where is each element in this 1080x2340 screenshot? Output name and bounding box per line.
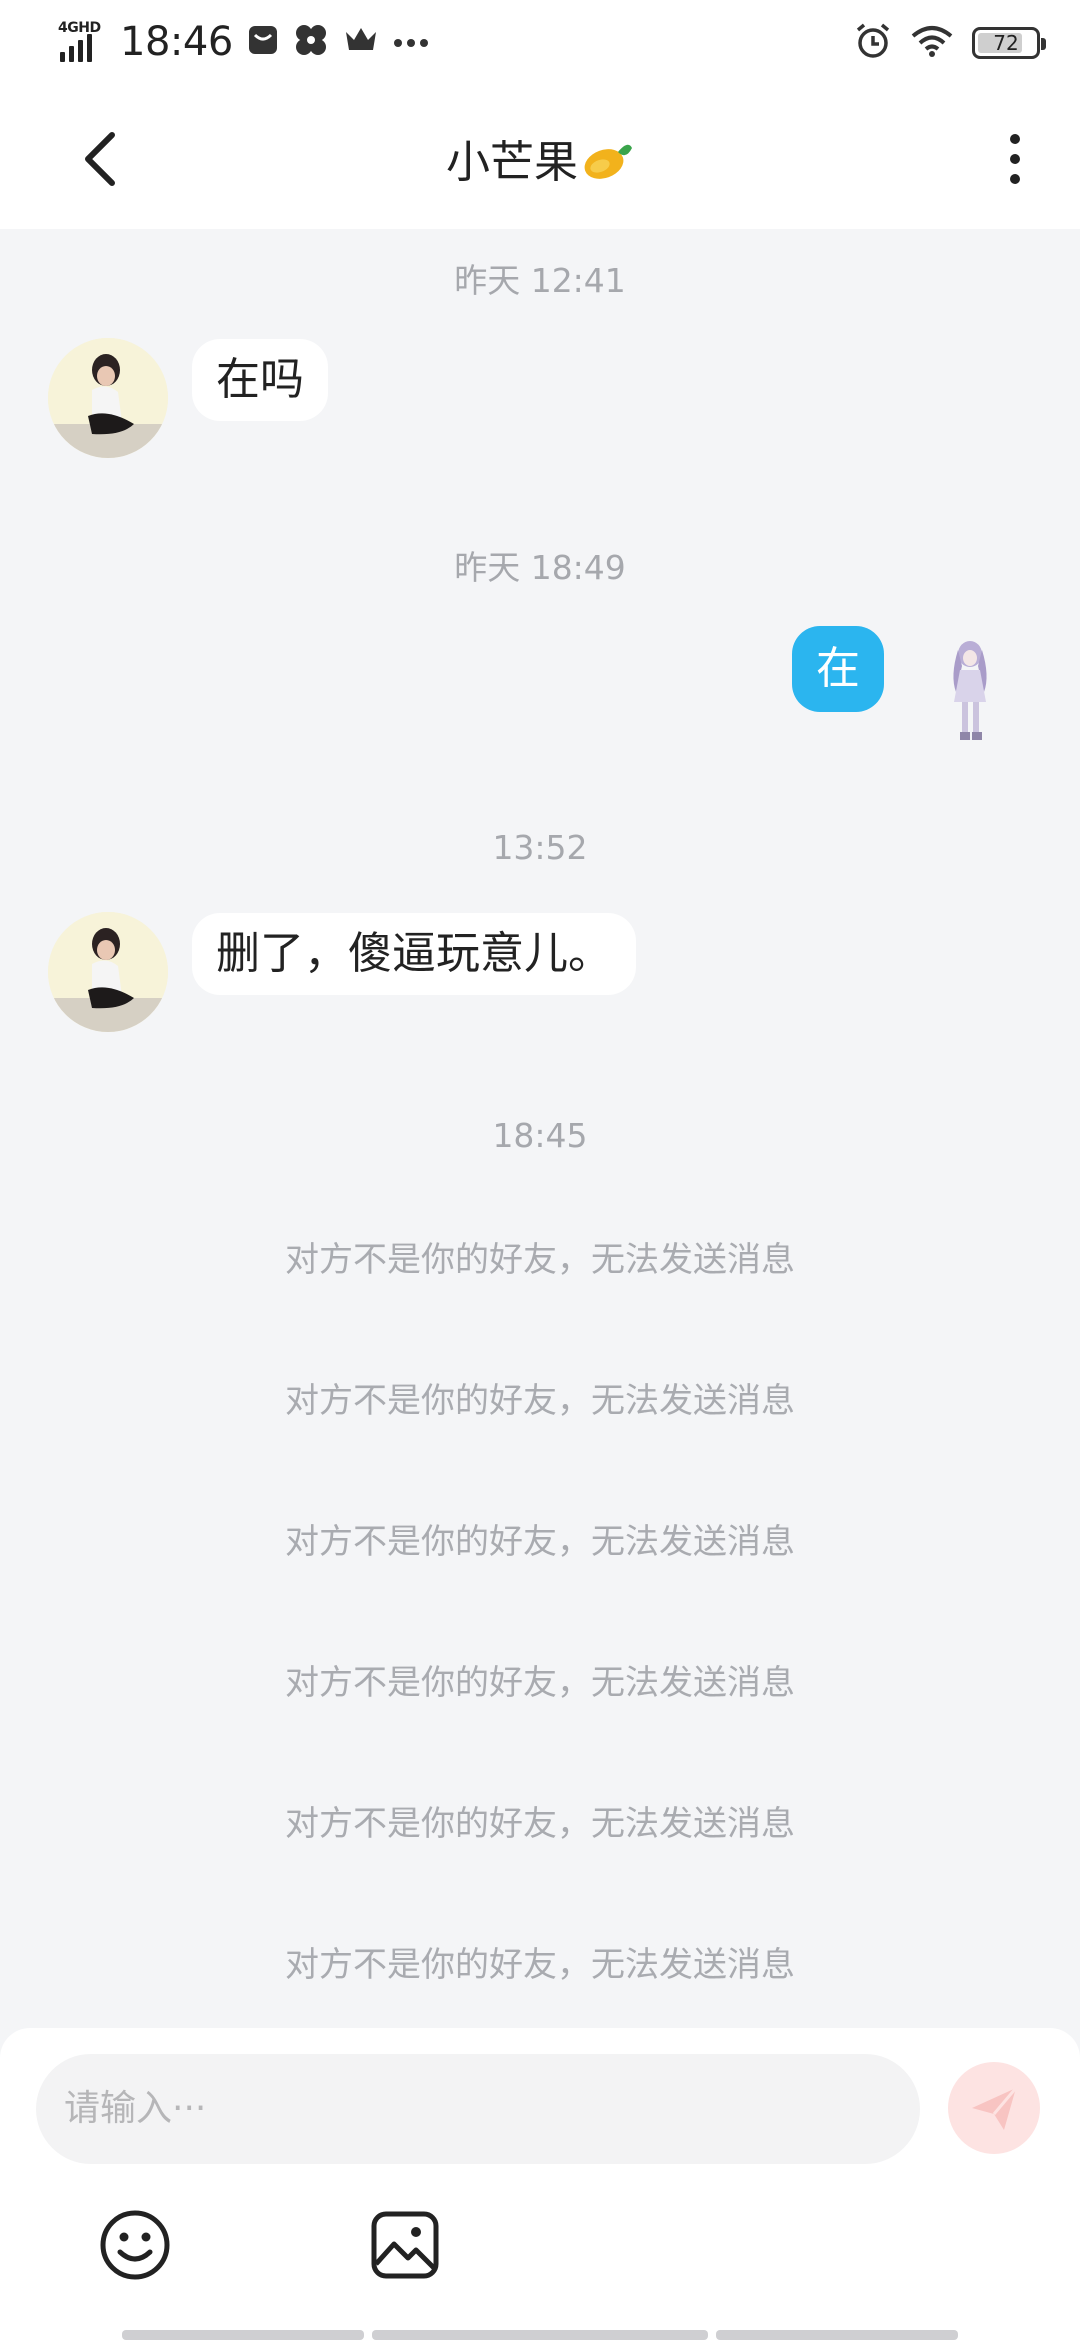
image-button[interactable] (370, 2210, 440, 2280)
timestamp: 13:52 (492, 828, 588, 867)
emoji-button[interactable] (98, 2208, 172, 2282)
contact-avatar[interactable] (48, 912, 168, 1032)
send-button[interactable] (948, 2062, 1040, 2154)
more-vertical-icon (1010, 134, 1020, 144)
crown-icon (343, 24, 379, 60)
outgoing-message-bubble[interactable]: 在 (792, 626, 884, 712)
more-options-button[interactable] (990, 124, 1040, 194)
timestamp: 18:45 (492, 1116, 588, 1155)
status-bar: 4GHD 18:46 72 (0, 0, 1080, 84)
incoming-message-bubble[interactable]: 在吗 (192, 339, 328, 421)
system-notice: 对方不是你的好友，无法发送消息 (285, 1522, 795, 1562)
system-notice: 对方不是你的好友，无法发送消息 (285, 1240, 795, 1280)
send-icon (972, 2087, 1018, 2130)
mango-emoji-icon (582, 138, 634, 193)
battery-icon: 72 (972, 27, 1046, 59)
network-indicator: 4GHD (58, 20, 106, 64)
my-avatar[interactable] (940, 636, 1004, 746)
status-left: 4GHD 18:46 (58, 14, 429, 70)
nav-hint-bar (716, 2330, 958, 2340)
chat-header: 小芒果 (0, 84, 1080, 229)
incoming-message-bubble[interactable]: 删了，傻逼玩意儿。 (192, 913, 636, 995)
contact-avatar[interactable] (48, 338, 168, 458)
page-title: 小芒果 (0, 126, 1080, 193)
nav-hint-bar (372, 2330, 708, 2340)
image-icon (371, 2211, 439, 2279)
system-notice: 对方不是你的好友，无法发送消息 (285, 1663, 795, 1703)
timestamp: 昨天 18:49 (454, 548, 626, 587)
system-notice: 对方不是你的好友，无法发送消息 (285, 1804, 795, 1844)
system-notice: 对方不是你的好友，无法发送消息 (285, 1381, 795, 1421)
notification-icon (247, 24, 279, 60)
input-panel: 请输入··· (0, 2028, 1080, 2340)
timestamp: 昨天 12:41 (454, 261, 626, 300)
message-input[interactable]: 请输入··· (36, 2054, 920, 2164)
battery-level: 72 (993, 31, 1019, 55)
pinwheel-icon (293, 22, 329, 62)
contact-name: 小芒果 (446, 137, 578, 188)
wifi-icon (910, 24, 954, 62)
nav-hint-bar (122, 2330, 364, 2340)
smiley-icon (100, 2210, 170, 2280)
alarm-icon (854, 22, 892, 64)
status-time: 18:46 (120, 19, 233, 65)
status-right: 72 (854, 18, 1046, 68)
signal-icon (60, 34, 92, 62)
more-notifications-icon (393, 33, 429, 52)
system-notice: 对方不是你的好友，无法发送消息 (285, 1945, 795, 1985)
